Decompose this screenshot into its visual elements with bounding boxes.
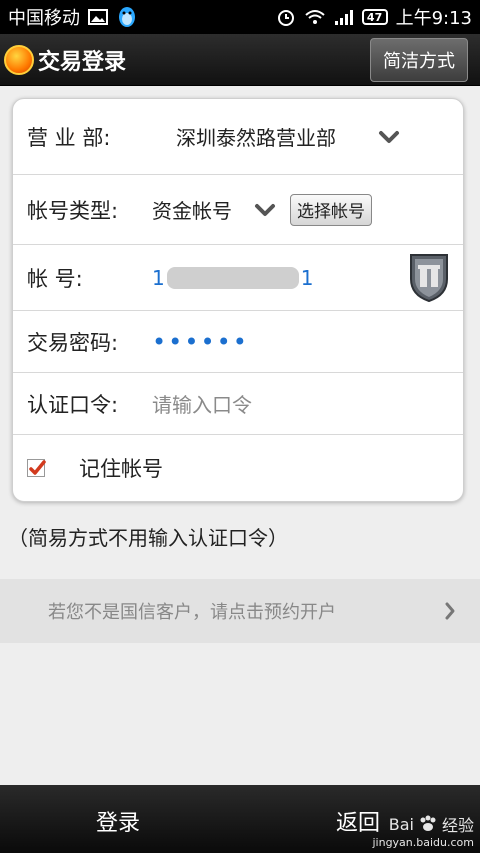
account-mask — [166, 266, 299, 289]
simple-mode-button[interactable]: 简洁方式 — [370, 37, 468, 82]
alarm-icon — [276, 7, 296, 27]
password-label: 交易密码: — [27, 330, 119, 355]
carrier-name: 中国移动 — [8, 8, 80, 29]
login-button[interactable]: 登录 — [96, 805, 140, 837]
select-account-button[interactable]: 选择帐号 — [290, 193, 372, 226]
remember-label: 记住帐号 — [79, 457, 163, 481]
account-input[interactable]: 1 1 — [152, 266, 313, 290]
qq-penguin-icon — [116, 5, 138, 29]
wifi-icon — [304, 8, 326, 26]
open-account-link[interactable]: 若您不是国信客户，请点击预约开户 — [0, 579, 480, 643]
branch-row[interactable]: 营 业 部: 深圳泰然路营业部 — [13, 99, 463, 175]
security-shield-icon[interactable] — [407, 251, 451, 307]
chevron-right-icon — [444, 601, 456, 626]
branch-select[interactable]: 深圳泰然路营业部 — [176, 122, 336, 151]
bottom-bar: 登录 返回 Bai 经验 jingyan.baidu.com — [0, 785, 480, 853]
app-logo — [4, 44, 34, 75]
remember-checkbox[interactable] — [27, 459, 46, 477]
image-icon — [88, 8, 108, 26]
account-type-select[interactable]: 资金帐号 — [152, 195, 232, 224]
password-input[interactable]: •••••• — [152, 328, 249, 356]
auth-label: 认证口令: — [27, 392, 119, 417]
account-type-row: 帐号类型: 资金帐号 选择帐号 — [13, 175, 463, 245]
branch-label: 营 业 部: — [27, 125, 111, 150]
simple-mode-note: （简易方式不用输入认证口令） — [8, 526, 288, 550]
watermark-brand: Bai — [388, 814, 414, 834]
checkmark-icon — [29, 460, 46, 475]
watermark-suffix: 经验 — [441, 816, 474, 835]
paw-icon — [420, 815, 436, 831]
clock: 上午9:13 — [395, 8, 472, 29]
status-bar: 中国移动 47 上午9:13 — [0, 0, 480, 34]
account-suffix: 1 — [300, 265, 314, 290]
chevron-down-icon[interactable] — [254, 203, 276, 217]
watermark-url: jingyan.baidu.com — [372, 836, 474, 849]
chevron-down-icon[interactable] — [378, 130, 400, 144]
auth-code-input[interactable]: 请输入口令 — [152, 389, 252, 418]
account-label: 帐 号: — [27, 266, 83, 291]
page-title: 交易登录 — [38, 49, 127, 75]
account-prefix: 1 — [152, 265, 165, 290]
remember-row: 记住帐号 — [13, 435, 463, 501]
title-bar: 交易登录 简洁方式 — [0, 34, 480, 86]
account-row: 帐 号: 1 1 — [13, 245, 463, 311]
watermark: Bai 经验 jingyan.baidu.com — [372, 812, 474, 850]
signal-icon — [334, 8, 354, 26]
account-type-label: 帐号类型: — [27, 198, 119, 223]
battery-icon: 47 — [361, 9, 388, 25]
auth-row: 认证口令: 请输入口令 — [13, 373, 463, 435]
open-account-text: 若您不是国信客户，请点击预约开户 — [48, 602, 336, 623]
login-form: 营 业 部: 深圳泰然路营业部 帐号类型: 资金帐号 选择帐号 帐 号: 1 1 — [12, 98, 464, 502]
password-row: 交易密码: •••••• — [13, 311, 463, 373]
